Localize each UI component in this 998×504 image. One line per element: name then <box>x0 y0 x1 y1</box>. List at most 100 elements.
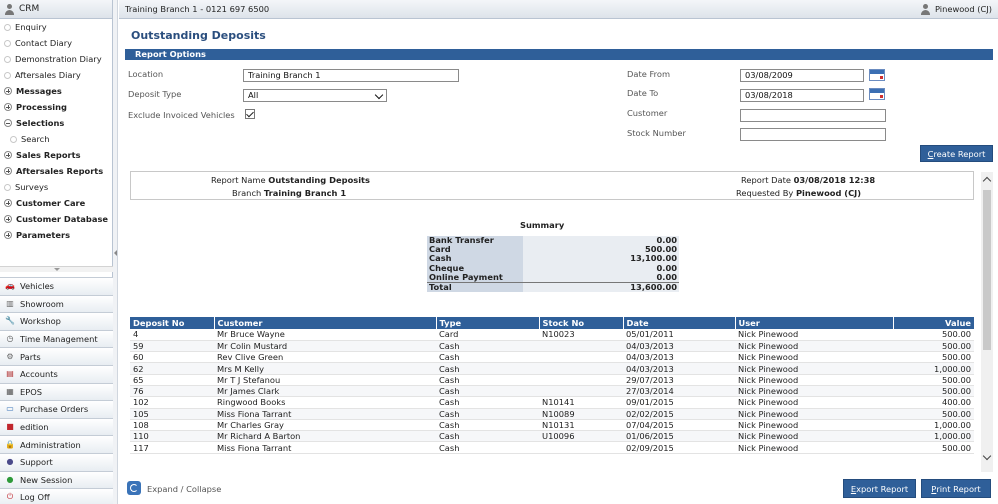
sidebar-item-label: Customer Database <box>16 214 109 224</box>
expand-collapse-label[interactable]: Expand / Collapse <box>147 484 221 494</box>
expand-collapse-icon[interactable] <box>127 481 141 495</box>
module-time-management[interactable]: ◷ Time Management <box>0 329 113 348</box>
column-header-deposit-no[interactable]: Deposit No <box>130 317 215 329</box>
sidebar-item-customer-care[interactable]: Customer Care <box>0 195 112 211</box>
create-report-button[interactable]: Create Report <box>920 145 993 162</box>
date-from-field[interactable]: 03/08/2009 <box>740 69 864 82</box>
module-accounts[interactable]: ▤ Accounts <box>0 364 113 383</box>
cell-stock-no <box>539 441 623 454</box>
cell-user: Nick Pinewood <box>735 385 893 398</box>
cell-date: 01/06/2015 <box>623 430 735 443</box>
chevron-left-icon <box>114 250 117 256</box>
export-report-button[interactable]: Export Report <box>843 479 916 498</box>
table-row[interactable]: 102 Ringwood Books Cash N10141 09/01/2015 Nic… <box>130 396 974 409</box>
sidebar-item-messages[interactable]: Messages <box>0 83 112 99</box>
sidebar-item-customer-database[interactable]: Customer Database <box>0 211 112 227</box>
collapse-minus-icon <box>4 119 12 127</box>
cell-date: 07/04/2015 <box>623 419 735 432</box>
table-row[interactable]: 60 Rev Clive Green Cash 04/03/2013 Nick Pine… <box>130 351 974 364</box>
column-header-customer[interactable]: Customer <box>214 317 437 329</box>
location-field[interactable]: Training Branch 1 <box>243 69 459 82</box>
module-purchase-orders[interactable]: ▭ Purchase Orders <box>0 400 113 418</box>
sidebar-item-surveys[interactable]: Surveys <box>0 179 112 195</box>
sidebar-item-aftersales-reports[interactable]: Aftersales Reports <box>0 163 112 179</box>
bullet-icon <box>10 135 17 143</box>
cell-customer: Mr James Clark <box>214 385 436 398</box>
table-row[interactable]: 4 Mr Bruce Wayne Card N10023 05/01/2011 Nick … <box>130 329 974 341</box>
table-row[interactable]: 62 Mrs M Kelly Cash 04/03/2013 Nick Pinewood… <box>130 362 974 375</box>
sidebar-item-contact-diary[interactable]: Contact Diary <box>0 35 112 51</box>
module-support[interactable]: ● Support <box>0 452 113 471</box>
sidebar-splitter[interactable] <box>0 266 113 272</box>
calendar-icon[interactable] <box>869 88 885 100</box>
cell-deposit-no: 60 <box>130 351 214 364</box>
sidebar-collapse-handle[interactable] <box>113 0 118 504</box>
sidebar-item-label: Messages <box>16 86 62 96</box>
cell-type: Cash <box>436 441 539 454</box>
column-header-date[interactable]: Date <box>623 317 736 329</box>
exclude-invoiced-checkbox[interactable] <box>245 109 255 119</box>
chevron-down-icon <box>374 90 384 100</box>
table-row[interactable]: 108 Mr Charles Gray Cash N10131 07/04/2015 Ni… <box>130 419 974 432</box>
customer-field[interactable] <box>740 109 886 122</box>
module-label: Showroom <box>20 298 64 309</box>
table-row[interactable]: 76 Mr James Clark Cash 27/03/2014 Nick Pinew… <box>130 385 974 398</box>
scrollbar-thumb[interactable] <box>983 190 991 350</box>
column-header-type[interactable]: Type <box>436 317 540 329</box>
summary-row: Cash 13,100.00 <box>427 254 679 264</box>
table-row[interactable]: 117 Miss Fiona Tarrant Cash 02/09/2015 Nick … <box>130 441 974 454</box>
module-label: Accounts <box>20 369 58 380</box>
report-scrollbar[interactable] <box>981 172 993 472</box>
column-header-value[interactable]: Value <box>893 317 974 329</box>
cell-deposit-no: 110 <box>130 430 214 443</box>
module-label: EPOS <box>20 386 43 397</box>
export-report-label: xport Report <box>856 483 909 494</box>
cell-deposit-no: 4 <box>130 329 214 341</box>
sidebar-item-sales-reports[interactable]: Sales Reports <box>0 147 112 163</box>
column-header-stock-no[interactable]: Stock No <box>539 317 624 329</box>
module-epos[interactable]: ▦ EPOS <box>0 382 113 401</box>
cell-date: 29/07/2013 <box>623 374 735 386</box>
sidebar-item-selections[interactable]: Selections <box>0 115 112 131</box>
chevron-up-icon[interactable] <box>982 176 992 186</box>
module-vehicles[interactable]: 🚗 Vehicles <box>0 277 113 295</box>
sidebar-menu: Enquiry Contact Diary Demonstration Diary A… <box>0 19 112 243</box>
module-log-off[interactable]: ⏻ Log Off <box>0 488 113 504</box>
module-label: New Session <box>20 474 73 485</box>
chevron-down-icon[interactable] <box>982 451 992 461</box>
cell-type: Card <box>436 329 539 341</box>
module-showroom[interactable]: ▥ Showroom <box>0 294 113 313</box>
sidebar-item-enquiry[interactable]: Enquiry <box>0 19 112 35</box>
cell-date: 04/03/2013 <box>623 340 735 353</box>
table-row[interactable]: 110 Mr Richard A Barton Cash U10096 01/06/20… <box>130 430 974 443</box>
sidebar-item-parameters[interactable]: Parameters <box>0 227 112 243</box>
module-edition[interactable]: ■ edition <box>0 417 113 436</box>
module-administration[interactable]: 🔒 Administration <box>0 435 113 453</box>
cell-deposit-no: 105 <box>130 408 214 420</box>
table-row[interactable]: 59 Mr Colin Mustard Cash 04/03/2013 Nick Pin… <box>130 340 974 353</box>
table-row[interactable]: 105 Miss Fiona Tarrant Cash N10089 02/02/201… <box>130 408 974 420</box>
cell-user: Nick Pinewood <box>735 408 893 420</box>
date-to-field[interactable]: 03/08/2018 <box>740 89 864 102</box>
cell-type: Cash <box>436 362 539 375</box>
cell-date: 02/02/2015 <box>623 408 735 420</box>
module-parts[interactable]: ⚙ Parts <box>0 347 113 365</box>
deposit-type-select[interactable]: All <box>243 89 387 102</box>
cell-customer: Mrs M Kelly <box>214 362 436 375</box>
sidebar-item-search[interactable]: Search <box>0 131 112 147</box>
print-report-button[interactable]: Print Report <box>921 479 991 498</box>
stock-number-field[interactable] <box>740 128 886 141</box>
current-user[interactable]: Pinewood (CJ) <box>920 3 992 15</box>
sidebar-item-aftersales-diary[interactable]: Aftersales Diary <box>0 67 112 83</box>
cell-value: 500.00 <box>893 340 974 353</box>
cell-stock-no <box>539 351 623 364</box>
requested-by-row: Requested By Pinewood (CJ) <box>736 188 861 198</box>
module-new-session[interactable]: ● New Session <box>0 470 113 489</box>
table-row[interactable]: 65 Mr T J Stefanou Cash 29/07/2013 Nick Pine… <box>130 374 974 386</box>
sidebar-item-processing[interactable]: Processing <box>0 99 112 115</box>
column-header-user[interactable]: User <box>735 317 894 329</box>
module-workshop[interactable]: 🔧 Workshop <box>0 312 113 330</box>
sidebar-item-demonstration-diary[interactable]: Demonstration Diary <box>0 51 112 67</box>
sidebar-header[interactable]: CRM <box>0 0 112 19</box>
calendar-icon[interactable] <box>869 69 885 81</box>
